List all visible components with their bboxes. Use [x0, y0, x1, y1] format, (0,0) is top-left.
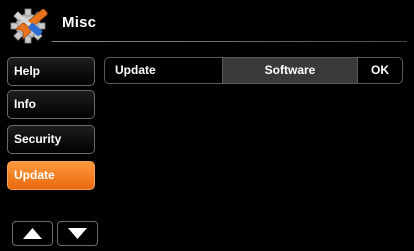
sidebar-item-info[interactable]: Info [7, 90, 95, 119]
update-row-label: Update [115, 63, 156, 77]
update-source-selector[interactable]: Software [222, 58, 358, 83]
header: Misc [0, 0, 414, 46]
wrench-gear-icon [8, 5, 52, 45]
sidebar-item-help[interactable]: Help [7, 57, 95, 86]
triangle-up-icon [23, 228, 42, 239]
header-divider [52, 41, 407, 42]
scroll-down-button[interactable] [57, 221, 98, 246]
ok-button[interactable]: OK [358, 58, 402, 83]
update-row: Update Software OK [104, 57, 403, 84]
screen: Misc Help Info Security Update Update So… [0, 0, 414, 251]
page-title: Misc [62, 14, 97, 31]
triangle-down-icon [68, 228, 87, 239]
scroll-up-button[interactable] [12, 221, 53, 246]
sidebar-item-update[interactable]: Update [7, 161, 95, 190]
sidebar-item-security[interactable]: Security [7, 125, 95, 154]
